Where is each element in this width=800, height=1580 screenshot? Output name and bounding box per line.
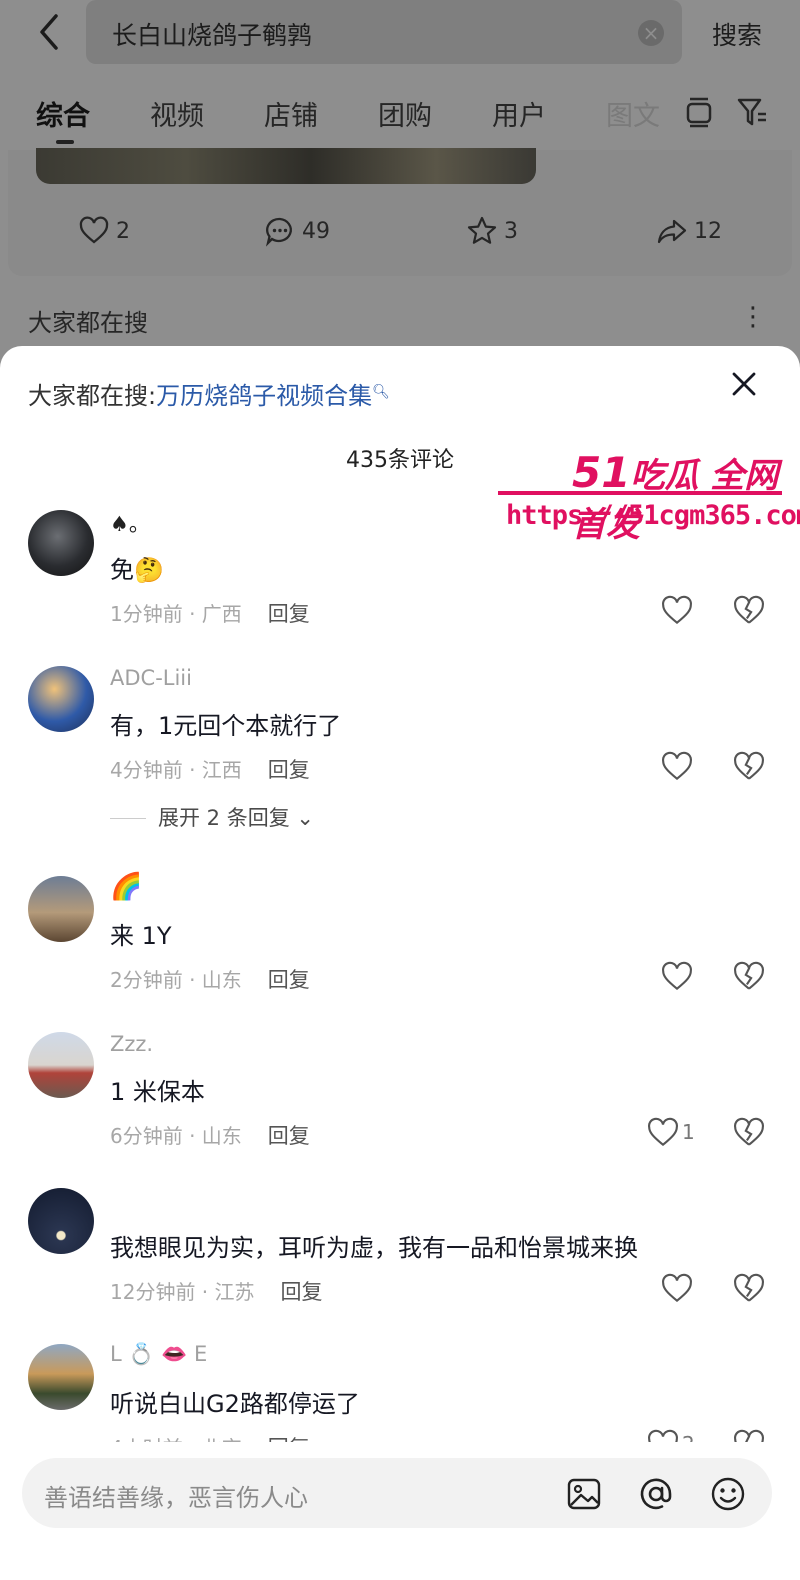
share-count: 12	[694, 218, 722, 244]
comment-username[interactable]: Zzz.	[110, 1032, 153, 1056]
background-page: 长白山烧鸽子鹌鹑 × 搜索 综合 视频 店铺 团购 用户 图文 2 49 3 1…	[0, 0, 800, 360]
heart-icon[interactable]	[660, 750, 694, 784]
trending-keyword-link[interactable]: 万历烧鸽子视频合集	[156, 382, 372, 410]
comment-time-location: 6分钟前 · 山东	[110, 1124, 242, 1148]
section-title: 大家都在搜	[28, 309, 148, 337]
favorite-stat[interactable]: 3	[466, 214, 518, 248]
broken-heart-icon[interactable]	[732, 594, 766, 628]
expand-replies-label: 展开 2 条回复	[158, 806, 290, 830]
share-stat[interactable]: 12	[656, 214, 722, 248]
comment-meta: 2分钟前 · 山东 回复	[110, 964, 310, 994]
heart-icon[interactable]	[660, 594, 694, 628]
avatar[interactable]	[28, 1188, 94, 1254]
comment-meta: 12分钟前 · 江苏 回复	[110, 1276, 323, 1306]
avatar[interactable]	[28, 510, 94, 576]
comment-time-location: 2分钟前 · 山东	[110, 968, 242, 992]
broken-heart-icon[interactable]	[732, 1272, 766, 1306]
video-thumbnail[interactable]	[36, 148, 536, 184]
comment-text: 听说白山G2路都停运了	[110, 1390, 360, 1418]
chevron-down-icon: ⌄	[296, 806, 315, 830]
emoji-icon[interactable]	[708, 1474, 748, 1514]
comment-time-location: 1分钟前 · 广西	[110, 602, 242, 626]
comment-meta: 4分钟前 · 江西 回复	[110, 754, 310, 784]
search-button[interactable]: 搜索	[712, 16, 762, 52]
comment-text: 我想眼见为实，耳听为虚，我有一品和怡景城来换	[110, 1234, 638, 1262]
search-icon: 🔍︎	[372, 384, 390, 400]
comment-username[interactable]: L 💍 👄 E	[110, 1342, 207, 1367]
reply-button[interactable]: 回复	[281, 1280, 323, 1304]
reply-button[interactable]: 回复	[268, 968, 310, 992]
broken-heart-icon[interactable]	[732, 960, 766, 994]
comment-text: 免🤔	[110, 556, 164, 584]
reply-button[interactable]: 回复	[268, 602, 310, 626]
tab-users[interactable]: 用户	[492, 94, 546, 133]
search-input-value: 长白山烧鸽子鹌鹑	[112, 21, 313, 50]
comment-stat[interactable]: 49	[264, 214, 330, 248]
avatar[interactable]	[28, 666, 94, 732]
comment-text: 1 米保本	[110, 1078, 205, 1106]
layout-toggle-icon[interactable]	[684, 96, 714, 128]
comment-like-count: 1	[682, 1120, 695, 1144]
clear-search-icon[interactable]: ×	[638, 20, 664, 46]
comment-text: 来 1Y	[110, 922, 172, 950]
close-icon[interactable]	[728, 368, 760, 400]
heart-icon	[79, 216, 109, 244]
tab-image-text[interactable]: 图文	[606, 94, 660, 133]
share-arrow-icon	[657, 219, 687, 244]
filter-icon[interactable]	[736, 96, 768, 128]
heart-icon[interactable]	[660, 960, 694, 994]
heart-icon[interactable]	[646, 1116, 680, 1150]
avatar[interactable]	[28, 876, 94, 942]
comment-input-placeholder: 善语结善缘，恶言伤人心	[44, 1484, 308, 1512]
reply-button[interactable]: 回复	[268, 758, 310, 782]
comment-meta: 6分钟前 · 山东 回复	[110, 1120, 310, 1150]
more-options-icon[interactable]: ⋮	[740, 302, 766, 332]
avatar[interactable]	[28, 1032, 94, 1098]
like-count: 2	[116, 218, 130, 244]
favorite-count: 3	[504, 218, 518, 244]
broken-heart-icon[interactable]	[732, 750, 766, 784]
tab-video[interactable]: 视频	[150, 94, 204, 133]
comment-panel: 大家都在搜:万历烧鸽子视频合集🔍︎ 435条评论 51吃瓜 全网首发 https…	[0, 346, 800, 1580]
expand-replies-button[interactable]: 展开 2 条回复 ⌄	[110, 802, 314, 832]
trending-prefix: 大家都在搜:	[28, 382, 157, 410]
star-icon	[467, 216, 497, 244]
comment-username[interactable]: 🌈	[110, 872, 142, 902]
like-stat[interactable]: 2	[78, 214, 130, 248]
heart-icon[interactable]	[660, 1272, 694, 1306]
divider	[110, 818, 146, 819]
avatar[interactable]	[28, 1344, 94, 1410]
tab-indicator	[56, 140, 74, 144]
comment-username[interactable]: ADC-Liii	[110, 666, 192, 690]
watermark-underline	[498, 491, 782, 495]
back-arrow-icon[interactable]	[34, 12, 64, 52]
comment-time-location: 12分钟前 · 江苏	[110, 1280, 255, 1304]
comment-text: 有，1元回个本就行了	[110, 712, 342, 740]
tab-general[interactable]: 综合	[36, 94, 90, 133]
mention-at-icon[interactable]	[636, 1474, 676, 1514]
reply-button[interactable]: 回复	[268, 1124, 310, 1148]
tab-group-buy[interactable]: 团购	[378, 94, 432, 133]
image-picker-icon[interactable]	[564, 1474, 604, 1514]
comment-stat-count: 49	[302, 218, 330, 244]
comment-meta: 1分钟前 · 广西 回复	[110, 598, 310, 628]
tab-shops[interactable]: 店铺	[264, 94, 318, 133]
broken-heart-icon[interactable]	[732, 1116, 766, 1150]
comment-time-location: 4分钟前 · 江西	[110, 758, 242, 782]
trending-search[interactable]: 大家都在搜:万历烧鸽子视频合集🔍︎	[28, 376, 390, 411]
watermark-url: https://51cgm365.com	[506, 500, 800, 531]
watermark-brand: 51吃瓜 全网首发	[572, 448, 779, 545]
comment-bubble-icon	[265, 217, 292, 247]
comment-username[interactable]: ♠。	[110, 508, 150, 538]
